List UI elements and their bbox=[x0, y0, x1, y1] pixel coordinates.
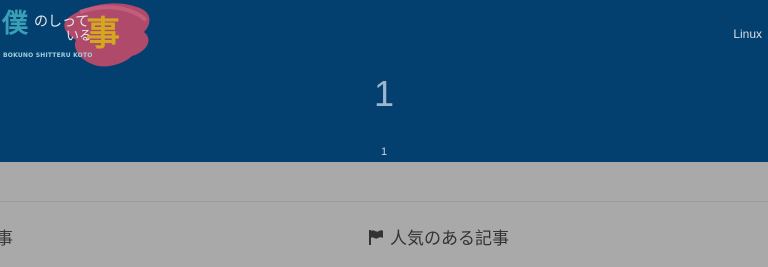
page-subtitle: 1 bbox=[380, 146, 388, 158]
site-header: 僕 のしって いる 事 BOKUNO SHITTERU KOTO Linux 1… bbox=[0, 0, 768, 162]
popular-articles-label: 人気のある記事 bbox=[390, 229, 509, 249]
logo-big-glyph: 事 bbox=[86, 14, 120, 54]
section-divider bbox=[0, 201, 768, 202]
logo-main-glyph: 僕 bbox=[2, 9, 28, 39]
site-logo[interactable]: 僕 のしって いる 事 BOKUNO SHITTERU KOTO bbox=[0, 0, 160, 72]
logo-subtitle: BOKUNO SHITTERU KOTO bbox=[3, 52, 93, 59]
nav-link-linux[interactable]: Linux bbox=[733, 27, 762, 41]
left-section-heading-fragment: 事 bbox=[0, 229, 13, 249]
flag-icon bbox=[369, 229, 383, 245]
popular-articles-heading: 人気のある記事 bbox=[367, 224, 509, 249]
page-title: 1 bbox=[373, 73, 395, 114]
